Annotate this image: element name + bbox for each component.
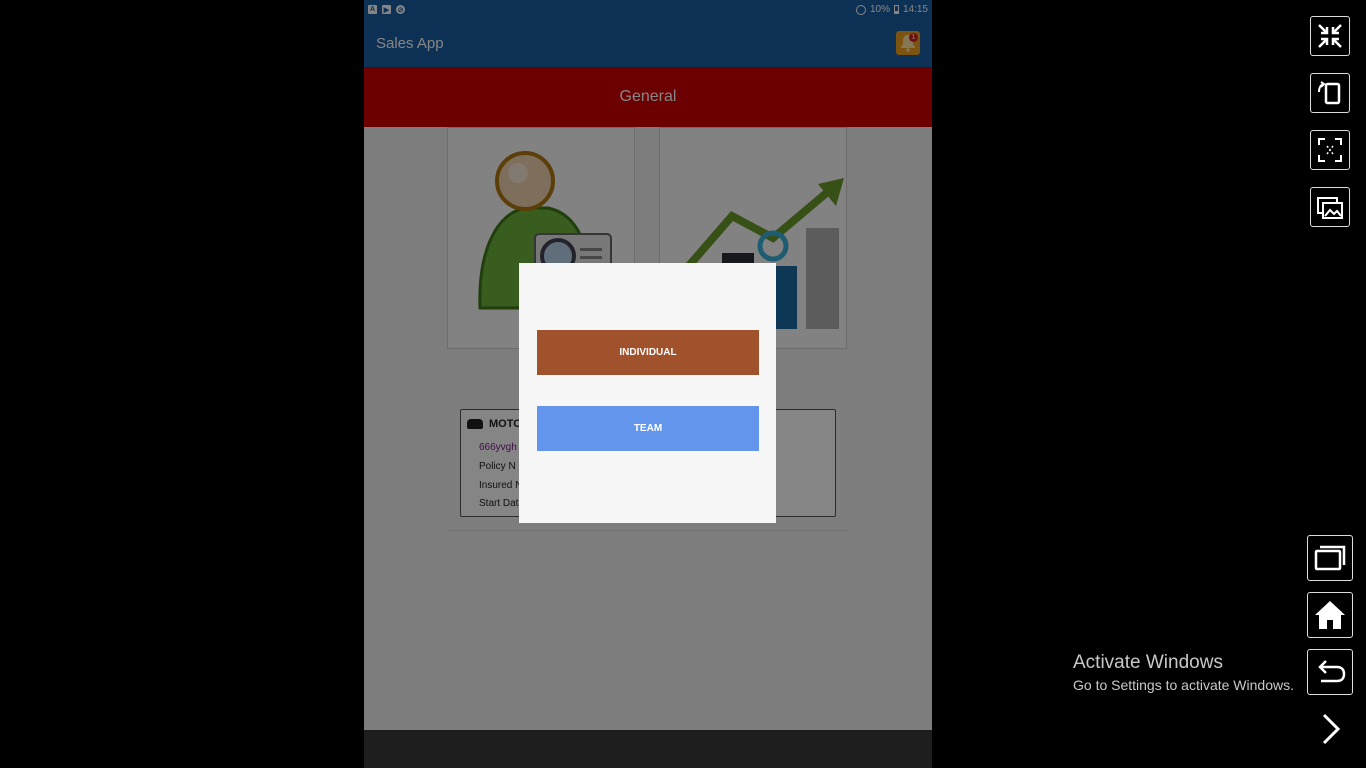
recent-apps-button[interactable] (1307, 535, 1353, 581)
watermark-title: Activate Windows (1073, 652, 1223, 673)
rotate-button[interactable] (1310, 73, 1350, 113)
back-button[interactable] (1307, 649, 1353, 695)
individual-button[interactable]: INDIVIDUAL (537, 330, 759, 375)
team-button[interactable]: TEAM (537, 406, 759, 451)
watermark-subtitle: Go to Settings to activate Windows. (1073, 677, 1294, 693)
screenshot-region-button[interactable] (1310, 130, 1350, 170)
back-icon (1318, 660, 1346, 683)
rotate-icon (1318, 81, 1341, 105)
home-icon (1315, 601, 1345, 629)
gallery-icon (1317, 197, 1343, 219)
activate-windows-watermark: Activate Windows Go to Settings to activ… (1073, 652, 1294, 693)
home-button[interactable] (1307, 592, 1353, 638)
chevron-right-icon[interactable] (1318, 712, 1346, 746)
collapse-icon (1318, 24, 1342, 48)
gallery-button[interactable] (1310, 187, 1350, 227)
phone-screen: A ▶ ⊘ 10% 14:15 Sales App 1 General MOTO… (364, 0, 932, 768)
selection-dialog: INDIVIDUAL TEAM (519, 263, 776, 523)
capture-icon (1318, 138, 1342, 162)
recent-apps-icon (1314, 545, 1346, 571)
exit-fullscreen-button[interactable] (1310, 16, 1350, 56)
